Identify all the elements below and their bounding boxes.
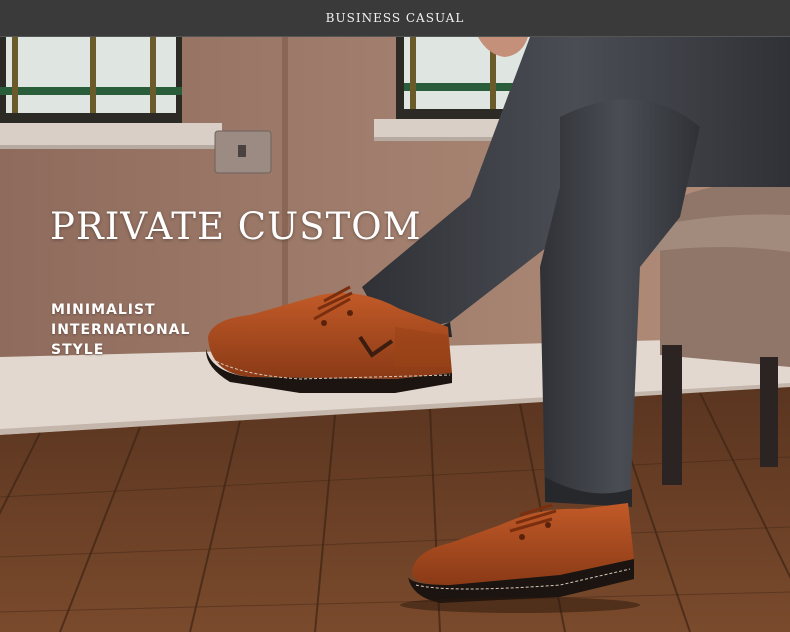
tagline-line: STYLE	[51, 342, 105, 358]
wall-outlet	[214, 130, 272, 174]
hero-photo: PRIVATE CUSTOM MINIMALIST INTERNATIONAL …	[0, 37, 790, 632]
headline: PRIVATE CUSTOM	[50, 205, 422, 248]
tagline: MINIMALIST INTERNATIONAL STYLE	[51, 300, 190, 360]
tagline-line: MINIMALIST	[51, 302, 156, 318]
header-title: BUSINESS CASUAL	[325, 11, 465, 25]
tagline-line: INTERNATIONAL	[51, 322, 191, 338]
header-bar: BUSINESS CASUAL	[0, 0, 790, 37]
